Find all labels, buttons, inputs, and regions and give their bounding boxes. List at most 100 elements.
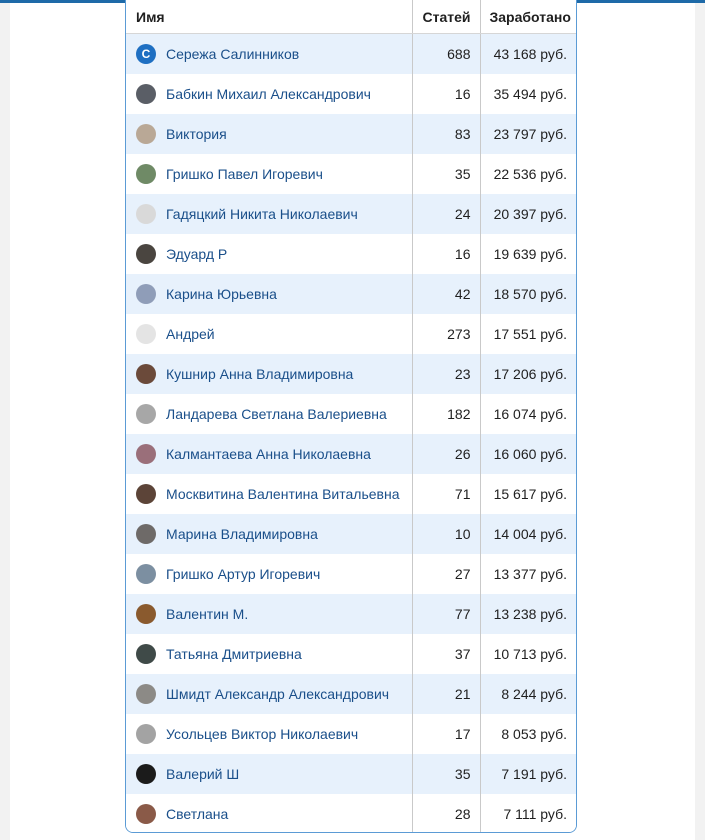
author-name-link[interactable]: Гришко Павел Игоревич: [166, 166, 323, 182]
avatar-icon[interactable]: [136, 204, 156, 224]
avatar-icon[interactable]: [136, 164, 156, 184]
page: Имя Статей Заработано С Сережа Салинников…: [0, 0, 705, 840]
avatar-icon[interactable]: [136, 564, 156, 584]
column-header-articles[interactable]: Статей: [411, 0, 480, 34]
table-row: Гришко Павел Игоревич 35 22 536 руб.: [126, 154, 576, 194]
cell-earned: 13 238 руб.: [479, 594, 576, 634]
author-name-link[interactable]: Гришко Артур Игоревич: [166, 566, 320, 582]
author-name-link[interactable]: Сережа Салинников: [166, 46, 299, 62]
author-name-link[interactable]: Москвитина Валентина Витальевна: [166, 486, 399, 502]
cell-articles: 16: [411, 234, 480, 274]
avatar-icon[interactable]: [136, 124, 156, 144]
author-name-link[interactable]: Светлана: [166, 806, 228, 822]
cell-articles: 16: [411, 74, 480, 114]
avatar-icon[interactable]: [136, 644, 156, 664]
cell-name: Валерий Ш: [126, 754, 412, 794]
table-row: Гадяцкий Никита Николаевич 24 20 397 руб.: [126, 194, 576, 234]
cell-name: Калмантаева Анна Николаевна: [126, 434, 412, 474]
author-name-link[interactable]: Калмантаева Анна Николаевна: [166, 446, 371, 462]
cell-articles: 42: [411, 274, 480, 314]
avatar-icon[interactable]: [136, 444, 156, 464]
cell-name: Виктория: [126, 114, 412, 154]
avatar-icon[interactable]: [136, 724, 156, 744]
author-info: Гришко Павел Игоревич: [136, 164, 403, 184]
cell-articles: 273: [411, 314, 480, 354]
avatar-icon[interactable]: [136, 404, 156, 424]
table-row: Марина Владимировна 10 14 004 руб.: [126, 514, 576, 554]
column-header-name[interactable]: Имя: [126, 0, 412, 34]
table-row: Шмидт Александр Александрович 21 8 244 руб…: [126, 674, 576, 714]
author-name-link[interactable]: Марина Владимировна: [166, 526, 318, 542]
table-row: Усольцев Виктор Николаевич 17 8 053 руб.: [126, 714, 576, 754]
author-name-link[interactable]: Виктория: [166, 126, 227, 142]
avatar-icon[interactable]: [136, 84, 156, 104]
avatar-icon[interactable]: [136, 604, 156, 624]
table-row: Светлана 28 7 111 руб.: [126, 794, 576, 832]
cell-earned: 13 377 руб.: [479, 554, 576, 594]
author-info: Валерий Ш: [136, 764, 403, 784]
author-info: Ландарева Светлана Валериевна: [136, 404, 403, 424]
cell-earned: 8 053 руб.: [479, 714, 576, 754]
author-name-link[interactable]: Усольцев Виктор Николаевич: [166, 726, 358, 742]
author-name-link[interactable]: Шмидт Александр Александрович: [166, 686, 389, 702]
cell-name: Карина Юрьевна: [126, 274, 412, 314]
author-info: Виктория: [136, 124, 403, 144]
cell-earned: 14 004 руб.: [479, 514, 576, 554]
table-row: Валерий Ш 35 7 191 руб.: [126, 754, 576, 794]
cell-earned: 22 536 руб.: [479, 154, 576, 194]
cell-articles: 10: [411, 514, 480, 554]
avatar-icon[interactable]: [136, 684, 156, 704]
cell-articles: 24: [411, 194, 480, 234]
avatar-icon[interactable]: [136, 484, 156, 504]
author-name-link[interactable]: Карина Юрьевна: [166, 286, 277, 302]
column-header-earned[interactable]: Заработано: [479, 0, 576, 34]
author-name-link[interactable]: Кушнир Анна Владимировна: [166, 366, 353, 382]
cell-name: Москвитина Валентина Витальевна: [126, 474, 412, 514]
cell-name: Гришко Павел Игоревич: [126, 154, 412, 194]
cell-earned: 20 397 руб.: [479, 194, 576, 234]
cell-name: С Сережа Салинников: [126, 33, 412, 74]
cell-articles: 71: [411, 474, 480, 514]
cell-earned: 16 060 руб.: [479, 434, 576, 474]
cell-articles: 37: [411, 634, 480, 674]
avatar-icon[interactable]: [136, 364, 156, 384]
author-name-link[interactable]: Бабкин Михаил Александрович: [166, 86, 371, 102]
table-row: Эдуард Р 16 19 639 руб.: [126, 234, 576, 274]
authors-table-container: Имя Статей Заработано С Сережа Салинников…: [125, 0, 577, 833]
avatar-icon[interactable]: [136, 524, 156, 544]
avatar-icon[interactable]: [136, 284, 156, 304]
avatar-icon[interactable]: [136, 764, 156, 784]
table-row: Валентин М. 77 13 238 руб.: [126, 594, 576, 634]
cell-name: Усольцев Виктор Николаевич: [126, 714, 412, 754]
cell-name: Бабкин Михаил Александрович: [126, 74, 412, 114]
author-info: Карина Юрьевна: [136, 284, 403, 304]
author-name-link[interactable]: Андрей: [166, 326, 215, 342]
cell-earned: 23 797 руб.: [479, 114, 576, 154]
cell-earned: 35 494 руб.: [479, 74, 576, 114]
author-name-link[interactable]: Валентин М.: [166, 606, 248, 622]
author-name-link[interactable]: Эдуард Р: [166, 246, 227, 262]
author-info: Андрей: [136, 324, 403, 344]
author-name-link[interactable]: Валерий Ш: [166, 766, 239, 782]
author-name-link[interactable]: Ландарева Светлана Валериевна: [166, 406, 387, 422]
cell-articles: 28: [411, 794, 480, 832]
table-row: С Сережа Салинников 688 43 168 руб.: [126, 33, 576, 74]
avatar-icon[interactable]: [136, 804, 156, 824]
cell-articles: 688: [411, 33, 480, 74]
cell-name: Светлана: [126, 794, 412, 832]
author-name-link[interactable]: Татьяна Дмитриевна: [166, 646, 302, 662]
cell-articles: 83: [411, 114, 480, 154]
table-row: Москвитина Валентина Витальевна 71 15 617 …: [126, 474, 576, 514]
author-info: Калмантаева Анна Николаевна: [136, 444, 403, 464]
avatar-icon[interactable]: [136, 244, 156, 264]
cell-earned: 16 074 руб.: [479, 394, 576, 434]
avatar-icon[interactable]: С: [136, 44, 156, 64]
author-info: Эдуард Р: [136, 244, 403, 264]
cell-earned: 43 168 руб.: [479, 33, 576, 74]
avatar-icon[interactable]: [136, 324, 156, 344]
table-row: Кушнир Анна Владимировна 23 17 206 руб.: [126, 354, 576, 394]
author-info: Светлана: [136, 804, 403, 824]
table-row: Гришко Артур Игоревич 27 13 377 руб.: [126, 554, 576, 594]
author-name-link[interactable]: Гадяцкий Никита Николаевич: [166, 206, 358, 222]
cell-name: Шмидт Александр Александрович: [126, 674, 412, 714]
